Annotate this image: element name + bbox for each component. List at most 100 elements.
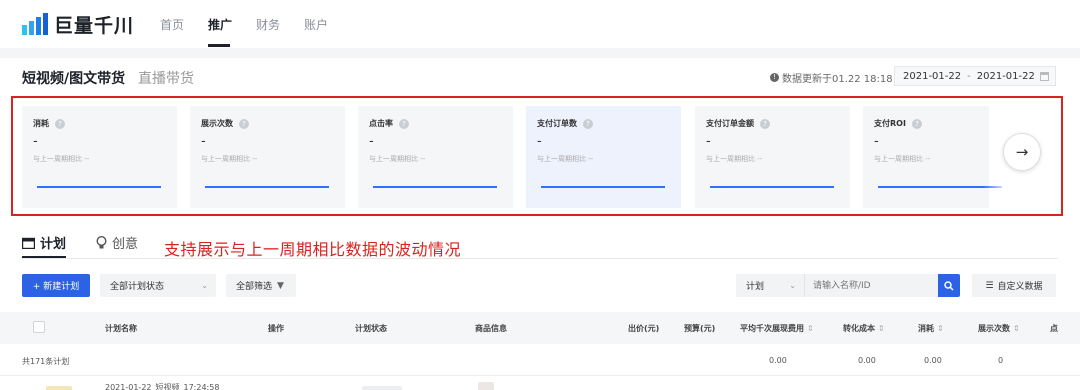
col-cost-conv[interactable]: 转化成本 ⇕ [843, 323, 885, 334]
select-all-checkbox[interactable] [33, 321, 45, 333]
date-separator: - [967, 70, 971, 82]
brand-name: 巨量千川 [54, 14, 135, 37]
metric-card-roi[interactable]: 支付ROI? - 与上一周期相比 -- [863, 106, 1002, 208]
metric-trend-line [37, 186, 161, 188]
arrow-right-icon: → [1015, 143, 1029, 161]
col-product: 商品信息 [475, 324, 507, 333]
nav-home[interactable]: 首页 [160, 16, 184, 33]
summary-spend: 0.00 [924, 356, 942, 365]
metric-card-spend[interactable]: 消耗? - 与上一周期相比 -- [22, 106, 177, 208]
col-name: 计划名称 [105, 324, 137, 333]
sort-icon: ⇕ [937, 324, 944, 333]
metric-compare: 与上一周期相比 -- [537, 155, 594, 163]
tab-creative[interactable]: 创意 [96, 233, 138, 252]
metric-compare: 与上一周期相比 -- [33, 155, 90, 163]
update-text: 数据更新于01.22 18:18 [782, 74, 893, 85]
col-bid: 出价(元) [628, 324, 660, 333]
plan-name[interactable]: 2021-01-22_短视频_17:24:58 [105, 382, 219, 390]
plan-status-select[interactable]: 全部计划状态 ⌄ [100, 274, 216, 297]
info-icon: ! [770, 73, 779, 82]
annotation-text: 支持展示与上一周期相比数据的波动情况 [164, 240, 462, 259]
chevron-down-icon: ⌄ [201, 281, 208, 290]
metric-title: 支付订单金额? [706, 118, 770, 129]
metric-compare: 与上一周期相比 -- [874, 155, 931, 163]
settings-sliders-icon: ☰ [985, 280, 994, 291]
top-divider [0, 48, 1080, 58]
sort-icon: ⇕ [807, 324, 814, 333]
col-impressions[interactable]: 展示次数 ⇕ [978, 323, 1020, 334]
new-plan-button[interactable]: + 新建计划 [22, 274, 90, 297]
chevron-down-icon: ⌄ [789, 281, 796, 290]
search-type-select[interactable]: 计划 ⌄ [736, 274, 804, 297]
metric-compare: 与上一周期相比 -- [369, 155, 426, 163]
metric-card-ctr[interactable]: 点击率? - 与上一周期相比 -- [358, 106, 513, 208]
date-end: 2021-01-22 [976, 70, 1035, 82]
metric-trend-line [205, 186, 329, 188]
top-navbar: 巨量千川 首页 推广 财务 账户 [0, 0, 1080, 48]
metric-value: - [201, 134, 206, 149]
tab-plan[interactable]: 计划 [22, 233, 66, 252]
nav-promotion[interactable]: 推广 [208, 16, 232, 33]
metric-card-order-amount[interactable]: 支付订单金额? - 与上一周期相比 -- [695, 106, 850, 208]
plan-status [362, 386, 402, 390]
brand-logo[interactable]: 巨量千川 [22, 10, 134, 38]
summary-impressions: 0 [998, 356, 1004, 365]
metric-trend-line [710, 186, 834, 188]
update-info: ! 数据更新于01.22 18:18 [770, 70, 893, 85]
col-op: 操作 [268, 324, 284, 333]
sort-icon: ⇕ [1013, 324, 1020, 333]
metric-trend-line [373, 186, 497, 188]
tab-short-video[interactable]: 短视频/图文带货 [22, 68, 125, 88]
col-budget: 预算(元) [684, 324, 716, 333]
metric-title: 展示次数? [201, 118, 249, 129]
col-spend[interactable]: 消耗 ⇕ [918, 323, 944, 334]
table-row[interactable]: 2021-01-22_短视频_17:24:58 [0, 376, 1080, 390]
help-icon[interactable]: ? [239, 118, 249, 129]
plan-thumbnail [46, 386, 72, 390]
table-header: 计划名称 操作 计划状态 商品信息 出价(元) 预算(元) 平均千次展现费用 ⇕ … [0, 312, 1080, 344]
help-icon[interactable]: ? [583, 118, 593, 129]
col-cpm[interactable]: 平均千次展现费用 ⇕ [740, 323, 814, 334]
metric-compare: 与上一周期相比 -- [201, 155, 258, 163]
help-icon[interactable]: ? [399, 118, 409, 129]
product-thumbnail [478, 382, 494, 390]
date-range-picker[interactable]: 2021-01-22 - 2021-01-22 [894, 66, 1056, 86]
metric-value: - [874, 134, 879, 149]
calendar-icon [22, 237, 35, 249]
search-button[interactable] [938, 274, 960, 297]
calendar-icon [1040, 72, 1049, 81]
search-input[interactable] [804, 274, 938, 297]
nav-active-indicator [208, 44, 230, 47]
search-icon [944, 280, 954, 291]
metric-trend-line [541, 186, 665, 188]
summary-cpm: 0.00 [769, 356, 787, 365]
total-count: 共171条计划 [22, 357, 70, 366]
date-start: 2021-01-22 [903, 70, 962, 82]
summary-row: 共171条计划 0.00 0.00 0.00 0 [0, 344, 1080, 376]
summary-cost-conv: 0.00 [858, 356, 876, 365]
subheader: 短视频/图文带货 直播带货 ! 数据更新于01.22 18:18 2021-01… [0, 58, 1080, 94]
tab-live[interactable]: 直播带货 [138, 68, 194, 88]
filter-icon: ▼ [277, 280, 284, 291]
metric-card-orders[interactable]: 支付订单数? - 与上一周期相比 -- [526, 106, 681, 208]
metric-card-impressions[interactable]: 展示次数? - 与上一周期相比 -- [190, 106, 345, 208]
metric-trend-line [878, 186, 1002, 188]
all-filter-button[interactable]: 全部筛选 ▼ [226, 274, 296, 297]
help-icon[interactable]: ? [760, 118, 770, 129]
nav-finance[interactable]: 财务 [256, 16, 280, 33]
metric-value: - [33, 134, 38, 149]
custom-data-button[interactable]: ☰ 自定义数据 [972, 274, 1056, 297]
metric-value: - [706, 134, 711, 149]
plan-toolbar: + 新建计划 全部计划状态 ⌄ 全部筛选 ▼ 计划 ⌄ ☰ 自定义数据 [0, 274, 1080, 298]
metric-value: - [369, 134, 374, 149]
help-icon[interactable]: ? [911, 118, 922, 129]
sort-icon: ⇕ [878, 324, 885, 333]
help-icon[interactable]: ? [55, 118, 65, 129]
col-status: 计划状态 [355, 324, 387, 333]
col-clicks: 点 [1050, 324, 1058, 333]
logo-icon [22, 13, 48, 35]
next-arrow-button[interactable]: → [1003, 133, 1041, 171]
nav-account[interactable]: 账户 [304, 16, 328, 33]
bulb-icon [96, 236, 107, 249]
metric-value: - [537, 134, 542, 149]
